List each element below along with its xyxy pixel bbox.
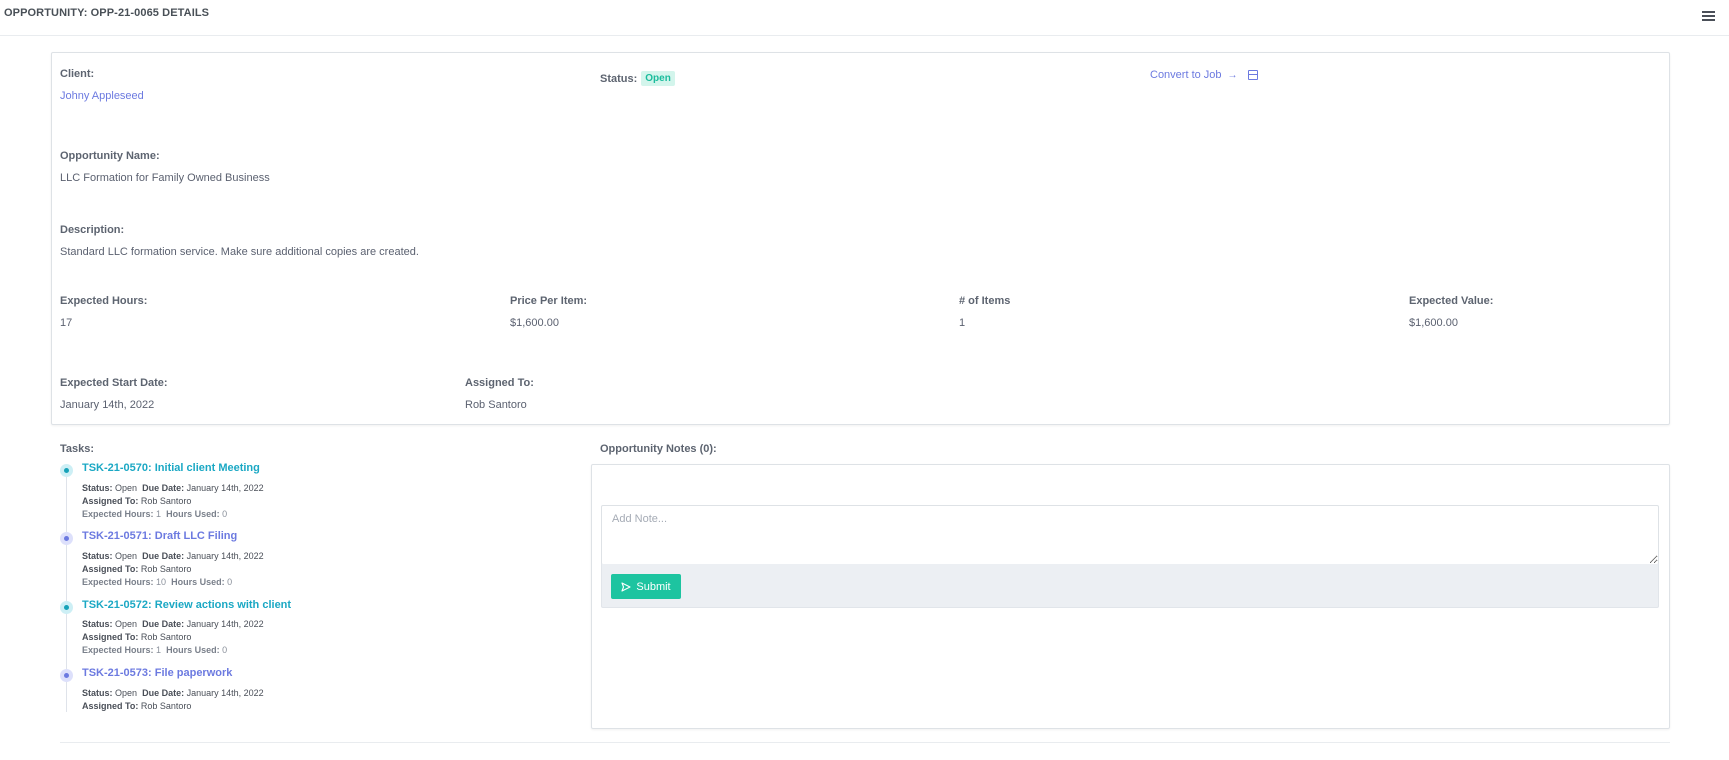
convert-to-job-button[interactable]: Convert to Job → [1150, 69, 1258, 81]
submit-label: Submit [636, 580, 671, 593]
timeline-dot-icon [60, 601, 73, 614]
timeline-dot-icon [60, 669, 73, 682]
opportunity-name-value: LLC Formation for Family Owned Business [60, 172, 270, 184]
expected-hours-label: Expected Hours: [60, 295, 148, 307]
note-form-footer: Submit [601, 564, 1659, 608]
description-label: Description: [60, 224, 125, 236]
client-link[interactable]: Johny Appleseed [60, 90, 144, 102]
client-label: Client: [60, 68, 95, 80]
task-status-line: Status: Open Due Date: January 14th, 202… [82, 483, 264, 493]
num-items-field: # of Items 1 [959, 295, 1010, 329]
expected-start-date-field: Expected Start Date: January 14th, 2022 [60, 377, 168, 411]
expected-value-label: Expected Value: [1409, 295, 1494, 307]
add-note-textarea[interactable] [601, 505, 1659, 565]
expected-value-field: Expected Value: $1,600.00 [1409, 295, 1493, 329]
assigned-to-field: Assigned To: Rob Santoro [465, 377, 534, 411]
expected-value-value: $1,600.00 [1409, 317, 1458, 329]
task-hours-line: Expected Hours: 10 Hours Used: 0 [82, 577, 233, 587]
timeline-dot-icon [60, 532, 73, 545]
task-assigned-line: Assigned To: Rob Santoro [82, 632, 192, 642]
expected-hours-value: 17 [60, 317, 73, 329]
hamburger-menu-icon[interactable] [1702, 11, 1715, 21]
task-hours-line: Expected Hours: 1 Hours Used: 0 [82, 645, 228, 655]
status-badge: Open [641, 71, 675, 86]
tasks-label: Tasks: [60, 443, 95, 455]
task-hours-line: Expected Hours: 1 Hours Used: 0 [82, 509, 228, 519]
expected-start-date-value: January 14th, 2022 [60, 399, 155, 411]
description-field: Description: Standard LLC formation serv… [60, 224, 419, 258]
task-status-line: Status: Open Due Date: January 14th, 202… [82, 551, 264, 561]
description-value: Standard LLC formation service. Make sur… [60, 246, 419, 258]
opportunity-name-field: Opportunity Name: LLC Formation for Fami… [60, 150, 270, 184]
expected-start-date-label: Expected Start Date: [60, 377, 168, 389]
task-title-link[interactable]: TSK-21-0573: File paperwork [82, 667, 232, 679]
convert-to-job-label: Convert to Job [1150, 69, 1222, 81]
num-items-label: # of Items [959, 295, 1011, 307]
send-icon [621, 581, 631, 592]
task-assigned-line: Assigned To: Rob Santoro [82, 496, 192, 506]
assigned-to-value: Rob Santoro [465, 399, 527, 411]
task-assigned-line: Assigned To: Rob Santoro [82, 701, 192, 711]
assigned-to-label: Assigned To: [465, 377, 534, 389]
expected-hours-field: Expected Hours: 17 [60, 295, 147, 329]
price-per-item-label: Price Per Item: [510, 295, 588, 307]
arrow-right-icon: → [1227, 69, 1238, 81]
task-title-link[interactable]: TSK-21-0570: Initial client Meeting [82, 462, 260, 474]
opportunity-name-label: Opportunity Name: [60, 150, 160, 162]
opportunity-notes-label: Opportunity Notes (0): [600, 443, 717, 455]
task-title-link[interactable]: TSK-21-0572: Review actions with client [82, 599, 291, 611]
task-status-line: Status: Open Due Date: January 14th, 202… [82, 688, 264, 698]
status-label: Status: [600, 72, 638, 85]
page-title: OPPORTUNITY: OPP-21-0065 DETAILS [4, 7, 210, 19]
submit-note-button[interactable]: Submit [611, 574, 681, 599]
status-field: Status: Open [600, 71, 675, 86]
bottom-divider [60, 742, 1670, 743]
calendar-icon [1247, 70, 1258, 80]
client-field: Client: Johny Appleseed [60, 68, 144, 102]
task-title-link[interactable]: TSK-21-0571: Draft LLC Filing [82, 530, 237, 542]
price-per-item-value: $1,600.00 [510, 317, 559, 329]
num-items-value: 1 [959, 317, 966, 329]
price-per-item-field: Price Per Item: $1,600.00 [510, 295, 587, 329]
task-status-line: Status: Open Due Date: January 14th, 202… [82, 619, 264, 629]
tasks-timeline: TSK-21-0570: Initial client Meeting Stat… [60, 462, 580, 712]
task-assigned-line: Assigned To: Rob Santoro [82, 564, 192, 574]
top-bar: OPPORTUNITY: OPP-21-0065 DETAILS [0, 0, 1729, 36]
timeline-dot-icon [60, 464, 73, 477]
